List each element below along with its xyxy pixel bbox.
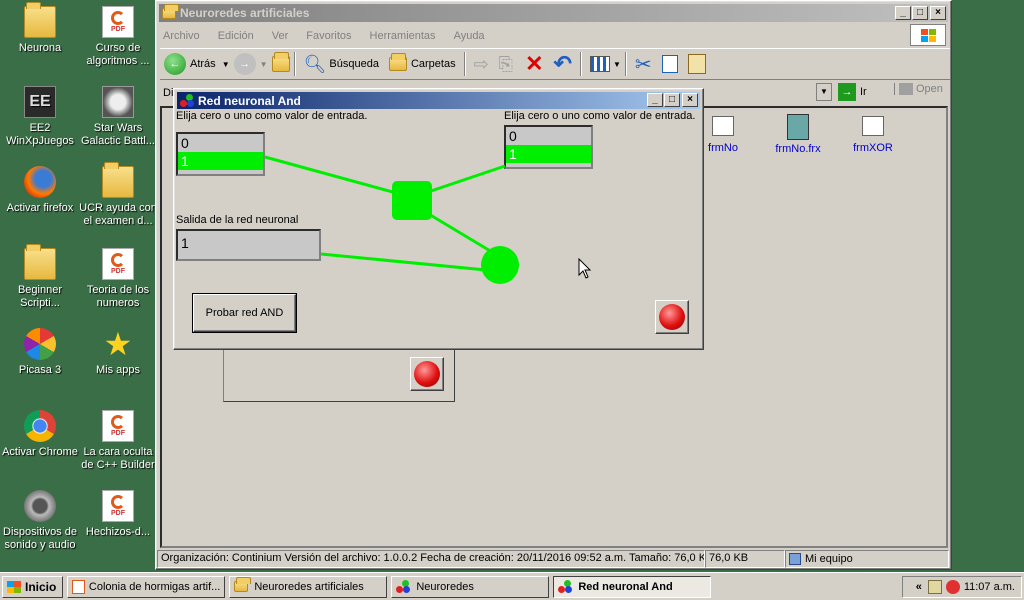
- exit-button[interactable]: [655, 300, 689, 334]
- hidden-to-output-connection: [421, 208, 493, 254]
- test-and-button[interactable]: Probar red AND: [193, 294, 296, 332]
- task-neuroredes-artificiales[interactable]: Neuroredes artificiales: [229, 575, 388, 598]
- task-label: Red neuronal And: [578, 580, 673, 593]
- windows-logo-icon: [7, 580, 21, 593]
- input-left-connection: [264, 155, 401, 196]
- start-button[interactable]: Inicio: [2, 575, 64, 598]
- output-textbox[interactable]: 1: [176, 229, 321, 261]
- system-tray: « 11:07 a.m.: [902, 576, 1022, 598]
- neural-network-diagram: [264, 155, 519, 284]
- antivirus-icon[interactable]: [945, 580, 960, 594]
- tray-expand-icon[interactable]: «: [916, 581, 922, 593]
- red-circle-icon: [659, 304, 685, 330]
- mouse-cursor-icon: [578, 258, 592, 279]
- clock: 11:07 a.m.: [963, 581, 1015, 593]
- task-label: Neuroredes artificiales: [254, 580, 364, 593]
- task-label: Colonia de hormigas artif...: [88, 580, 221, 593]
- neural-app-icon: [396, 580, 411, 593]
- taskbar: Inicio Colonia de hormigas artif... Neur…: [0, 572, 1024, 600]
- output-neuron-node: [481, 246, 519, 284]
- task-colonia[interactable]: Colonia de hormigas artif...: [67, 575, 226, 598]
- task-red-neuronal-and[interactable]: Red neuronal And: [553, 575, 712, 598]
- start-label: Inicio: [25, 579, 57, 594]
- and-neuron-node: [392, 181, 432, 220]
- task-neuroredes[interactable]: Neuroredes: [391, 575, 550, 598]
- output-connection: [320, 252, 487, 272]
- input-right-connection: [427, 164, 506, 194]
- pdf-icon: [72, 579, 85, 594]
- output-label: Salida de la red neuronal: [176, 214, 299, 226]
- folder-icon: [234, 577, 252, 592]
- task-label: Neuroredes: [416, 580, 474, 593]
- neural-app-icon: [558, 580, 573, 593]
- usb-drive-icon[interactable]: [927, 580, 942, 594]
